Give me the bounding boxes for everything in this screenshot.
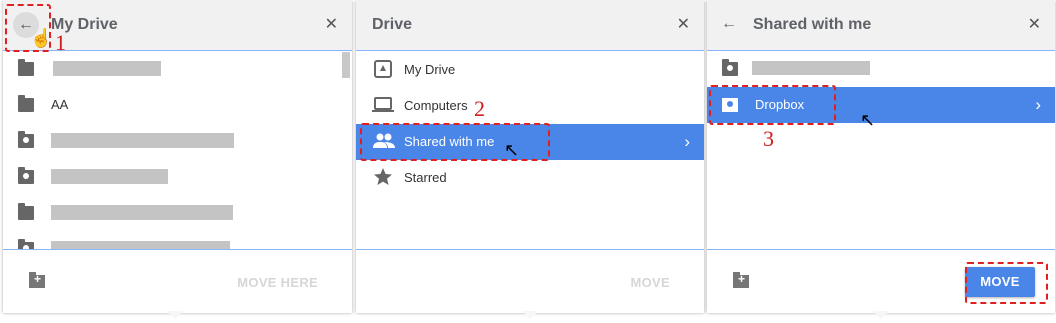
nav-item-starred[interactable]: Starred bbox=[356, 160, 704, 196]
annotation-step-2: 2 bbox=[474, 96, 485, 121]
shared-folder-icon bbox=[18, 131, 34, 148]
item-label: AA bbox=[51, 97, 69, 112]
popover-tail bbox=[873, 311, 889, 319]
redacted-name bbox=[53, 61, 161, 76]
computer-icon bbox=[372, 97, 394, 112]
panel-title: Drive bbox=[372, 16, 413, 33]
item-label: My Drive bbox=[404, 62, 456, 77]
annotation-box-3 bbox=[709, 85, 836, 125]
item-label: Starred bbox=[404, 170, 447, 185]
folder-icon bbox=[18, 59, 34, 76]
folder-list: AA bbox=[3, 51, 352, 249]
list-item[interactable] bbox=[3, 195, 352, 231]
panel-footer: MOVE bbox=[356, 249, 704, 313]
back-arrow-icon[interactable]: ← bbox=[721, 15, 737, 33]
close-icon[interactable]: ✕ bbox=[677, 14, 690, 34]
star-icon bbox=[374, 168, 392, 185]
pointer-cursor-icon: ↖ bbox=[504, 140, 520, 160]
folder-icon bbox=[18, 95, 34, 112]
chevron-right-icon: › bbox=[1035, 95, 1041, 114]
redacted-name bbox=[752, 61, 870, 75]
redacted-name bbox=[51, 241, 230, 249]
scrollbar[interactable] bbox=[342, 52, 350, 78]
list-item[interactable] bbox=[3, 51, 352, 87]
pointer-cursor-icon: ↖ bbox=[860, 110, 876, 130]
nav-item-my-drive[interactable]: My Drive bbox=[356, 52, 704, 88]
item-label: Computers bbox=[404, 98, 468, 113]
annotation-box-move bbox=[965, 262, 1048, 304]
popover-tail bbox=[522, 311, 538, 319]
list-item[interactable]: AA bbox=[3, 87, 352, 123]
chevron-right-icon: › bbox=[684, 132, 690, 151]
list-item[interactable] bbox=[3, 231, 352, 249]
list-item[interactable] bbox=[3, 159, 352, 195]
new-folder-icon[interactable] bbox=[733, 272, 749, 288]
folder-icon bbox=[18, 203, 34, 220]
nav-item-computers[interactable]: Computers bbox=[356, 88, 704, 124]
redacted-name bbox=[51, 133, 234, 148]
folder-list: Dropbox › bbox=[707, 51, 1055, 249]
shared-folder-icon bbox=[722, 59, 738, 76]
annotation-box-2 bbox=[360, 123, 550, 161]
move-button[interactable]: MOVE bbox=[631, 275, 670, 290]
redacted-name bbox=[51, 205, 233, 220]
hand-cursor-icon: ☝ bbox=[30, 28, 53, 48]
panel-title: Shared with me bbox=[753, 16, 872, 33]
shared-folder-icon bbox=[18, 167, 34, 184]
annotation-step-1: 1 bbox=[55, 30, 66, 55]
list-item[interactable] bbox=[707, 51, 1055, 87]
close-icon[interactable]: ✕ bbox=[1028, 14, 1041, 34]
panel-header: Drive ✕ bbox=[356, 0, 704, 51]
panel-header: ← Shared with me ✕ bbox=[707, 0, 1055, 51]
redacted-name bbox=[51, 169, 168, 184]
drive-icon bbox=[374, 60, 392, 78]
move-here-button[interactable]: MOVE HERE bbox=[237, 275, 318, 290]
annotation-step-3: 3 bbox=[763, 126, 774, 151]
list-item[interactable] bbox=[3, 123, 352, 159]
shared-folder-icon bbox=[18, 239, 34, 249]
popover-tail bbox=[167, 311, 183, 319]
panel-footer: MOVE HERE bbox=[3, 249, 352, 313]
close-icon[interactable]: ✕ bbox=[325, 14, 338, 34]
new-folder-icon[interactable] bbox=[29, 272, 45, 288]
